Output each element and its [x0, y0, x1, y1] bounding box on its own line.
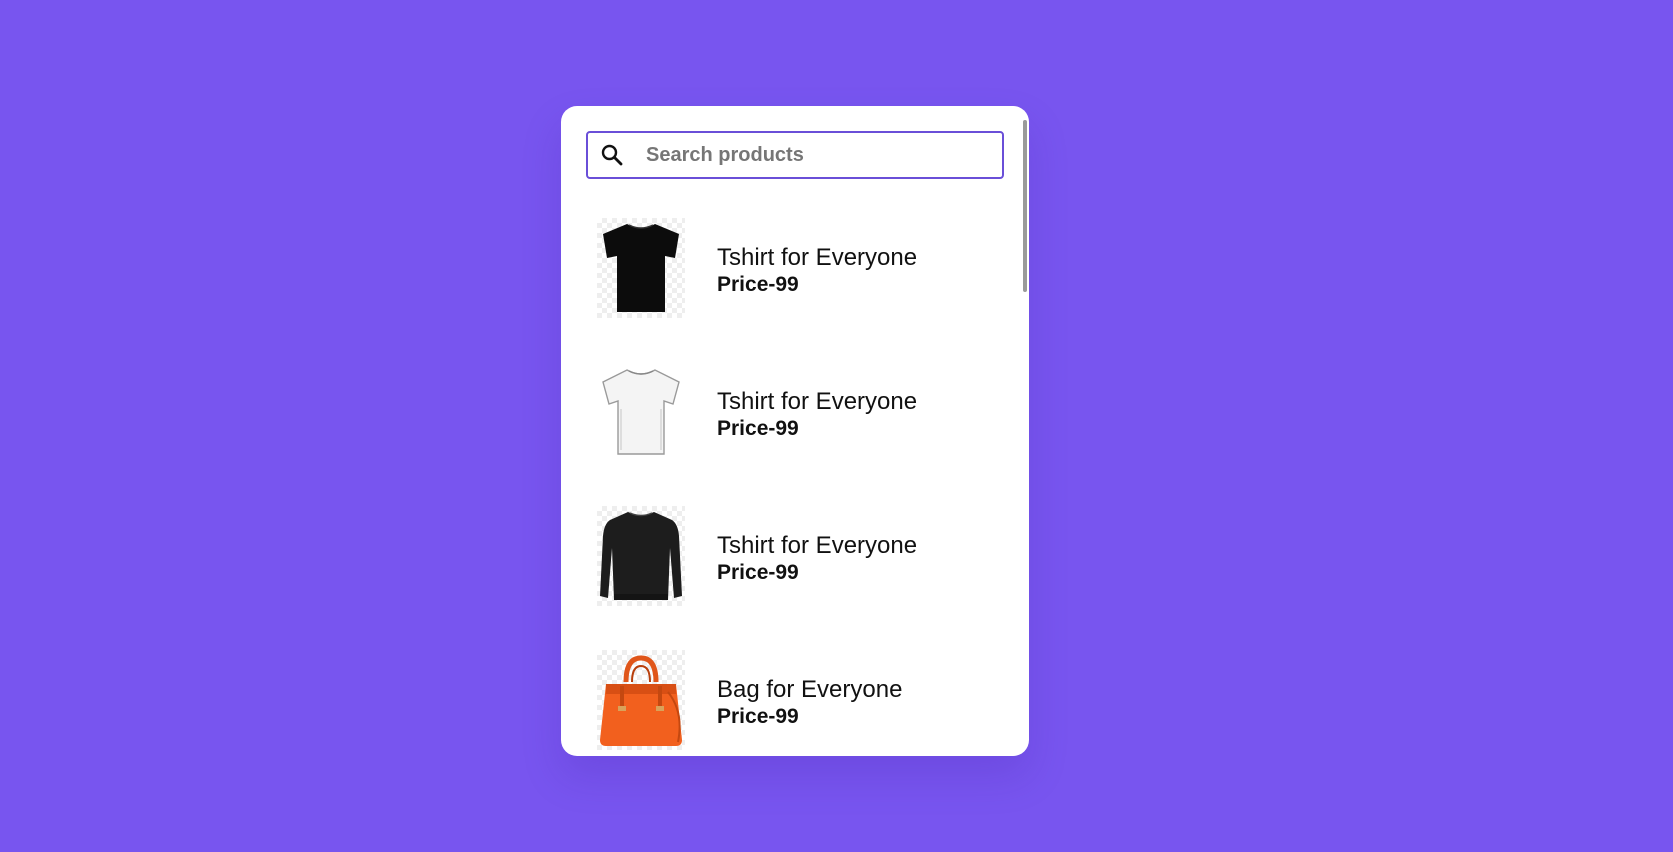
product-item[interactable]: Bag for Everyone Price-99 [597, 650, 997, 756]
search-box[interactable] [586, 131, 1004, 179]
product-item[interactable]: Tshirt for Everyone Price-99 [597, 362, 997, 506]
black-tshirt-image [597, 218, 685, 318]
product-title: Tshirt for Everyone [717, 244, 918, 271]
search-input[interactable] [646, 137, 976, 173]
white-tshirt-image [597, 362, 685, 462]
product-info: Tshirt for Everyone Price-99 [717, 388, 917, 442]
product-price: Price-99 [717, 705, 799, 728]
product-info: Tshirt for Everyone Price-99 [717, 532, 917, 586]
product-info: Tshirt for Everyone Price-99 [717, 244, 917, 298]
product-list: Tshirt for Everyone Price-99 Tshirt for … [597, 218, 997, 756]
product-item[interactable]: Tshirt for Everyone Price-99 [597, 506, 997, 650]
scrollbar-thumb[interactable] [1023, 120, 1027, 292]
black-sweatshirt-image [597, 506, 685, 606]
product-item[interactable]: Tshirt for Everyone Price-99 [597, 218, 997, 362]
product-title: Bag for Everyone [717, 676, 903, 703]
product-price: Price-99 [717, 417, 799, 440]
product-title: Tshirt for Everyone [717, 532, 918, 559]
product-search-card: Tshirt for Everyone Price-99 Tshirt for … [561, 106, 1029, 756]
product-price: Price-99 [717, 561, 799, 584]
product-title: Tshirt for Everyone [717, 388, 918, 415]
orange-handbag-image [597, 650, 685, 750]
product-price: Price-99 [717, 273, 799, 296]
search-icon [600, 143, 624, 167]
product-info: Bag for Everyone Price-99 [717, 676, 902, 730]
